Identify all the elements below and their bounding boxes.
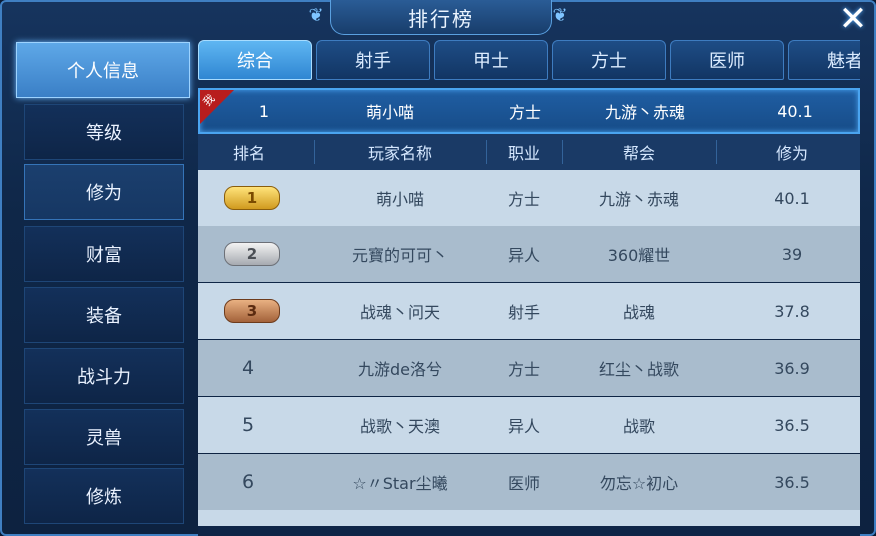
player-score: 37.8 bbox=[774, 301, 810, 321]
sidebar-item-cultivation[interactable]: 修为 bbox=[24, 164, 184, 220]
sidebar-item-label: 装备 bbox=[86, 306, 122, 327]
player-score: 36.9 bbox=[774, 358, 810, 378]
my-player-score: 40.1 bbox=[777, 101, 813, 121]
rank-cell: 1 bbox=[218, 170, 286, 226]
sidebar-item-label: 财富 bbox=[86, 245, 122, 266]
leaderboard-table: 1 萌小喵 方士 九游丶赤魂 40.1 2 元寶的可可丶 异人 360耀世 39… bbox=[198, 170, 860, 526]
player-name: ☆〃Star尘曦 bbox=[352, 474, 448, 493]
player-guild: 勿忘☆初心 bbox=[599, 474, 679, 493]
table-row[interactable]: 1 萌小喵 方士 九游丶赤魂 40.1 bbox=[198, 170, 860, 226]
tab-charmer[interactable]: 魅者 bbox=[788, 40, 860, 80]
silver-medal-icon: 2 bbox=[224, 242, 280, 266]
player-guild: 360耀世 bbox=[607, 246, 671, 265]
title-ornament-right-icon: ❦ bbox=[552, 5, 568, 26]
sidebar: 个人信息 等级 修为 财富 装备 战斗力 灵兽 修炼 bbox=[16, 42, 192, 532]
sidebar-item-equipment[interactable]: 装备 bbox=[24, 287, 184, 343]
sidebar-item-spirit-beast[interactable]: 灵兽 bbox=[24, 409, 184, 465]
my-rank-number: 1 bbox=[258, 101, 270, 121]
rank-cell: 3 bbox=[218, 283, 286, 339]
table-row[interactable]: 5 战歌丶天澳 异人 战歌 36.5 bbox=[198, 397, 860, 453]
tab-archer[interactable]: 射手 bbox=[316, 40, 430, 80]
player-class: 异人 bbox=[507, 417, 540, 436]
tab-label: 甲士 bbox=[473, 51, 509, 72]
player-score: 36.5 bbox=[774, 472, 810, 492]
my-player-class: 方士 bbox=[508, 103, 541, 122]
sidebar-item-label: 修为 bbox=[86, 183, 122, 204]
my-rank-row: 我 1 萌小喵 方士 九游丶赤魂 40.1 bbox=[198, 88, 860, 134]
sidebar-item-personal-info[interactable]: 个人信息 bbox=[16, 42, 190, 98]
table-row[interactable]: 2 元寶的可可丶 异人 360耀世 39 bbox=[198, 226, 860, 282]
rank-number: 5 bbox=[241, 414, 255, 436]
player-name: 战魂丶问天 bbox=[359, 303, 440, 322]
bronze-medal-icon: 3 bbox=[224, 299, 280, 323]
player-guild: 红尘丶战歌 bbox=[598, 360, 679, 379]
sidebar-item-label: 等级 bbox=[86, 123, 122, 144]
close-icon[interactable]: ✕ bbox=[836, 2, 870, 36]
column-header-player-name: 玩家名称 bbox=[367, 144, 432, 163]
table-row[interactable]: 4 九游de洛兮 方士 红尘丶战歌 36.9 bbox=[198, 340, 860, 396]
gold-medal-icon: 1 bbox=[224, 186, 280, 210]
player-name: 元寶的可可丶 bbox=[351, 246, 448, 265]
player-name: 九游de洛兮 bbox=[357, 360, 442, 379]
tab-healer[interactable]: 医师 bbox=[670, 40, 784, 80]
player-guild: 战魂 bbox=[622, 303, 655, 322]
window-title: 排行榜 bbox=[330, 0, 552, 35]
player-name: 战歌丶天澳 bbox=[359, 417, 440, 436]
column-header-guild: 帮会 bbox=[622, 144, 655, 163]
rank-number: 4 bbox=[241, 357, 255, 379]
sidebar-item-combat-power[interactable]: 战斗力 bbox=[24, 348, 184, 404]
tab-warrior[interactable]: 甲士 bbox=[434, 40, 548, 80]
table-header: 排名 玩家名称 职业 帮会 修为 bbox=[198, 134, 860, 170]
my-player-name: 萌小喵 bbox=[365, 103, 414, 122]
table-row-partial bbox=[198, 510, 860, 526]
sidebar-item-label: 灵兽 bbox=[86, 428, 122, 449]
player-class: 方士 bbox=[507, 360, 540, 379]
player-score: 36.5 bbox=[774, 415, 810, 435]
tab-label: 医师 bbox=[709, 51, 745, 72]
tab-label: 方士 bbox=[591, 51, 627, 72]
sidebar-item-level[interactable]: 等级 bbox=[24, 104, 184, 160]
sidebar-item-wealth[interactable]: 财富 bbox=[24, 226, 184, 282]
my-player-guild: 九游丶赤魂 bbox=[604, 103, 685, 122]
column-header-score: 修为 bbox=[775, 144, 808, 163]
sidebar-item-label: 修炼 bbox=[86, 487, 122, 508]
player-guild: 九游丶赤魂 bbox=[598, 190, 679, 209]
player-class: 射手 bbox=[507, 303, 540, 322]
sidebar-item-training[interactable]: 修炼 bbox=[24, 468, 184, 524]
sidebar-item-label: 战斗力 bbox=[77, 367, 131, 388]
player-score: 39 bbox=[781, 244, 803, 264]
tab-label: 射手 bbox=[355, 51, 391, 72]
player-name: 萌小喵 bbox=[375, 190, 424, 209]
column-header-rank: 排名 bbox=[232, 144, 265, 163]
rank-cell: 2 bbox=[218, 226, 286, 282]
rank-number: 6 bbox=[241, 471, 255, 493]
player-class: 方士 bbox=[507, 190, 540, 209]
table-footer-strip bbox=[198, 526, 860, 536]
table-row[interactable]: 3 战魂丶问天 射手 战魂 37.8 bbox=[198, 283, 860, 339]
player-score: 40.1 bbox=[774, 188, 810, 208]
table-row[interactable]: 6 ☆〃Star尘曦 医师 勿忘☆初心 36.5 bbox=[198, 454, 860, 510]
class-tabs: 综合 射手 甲士 方士 医师 魅者 bbox=[198, 40, 860, 82]
tab-label: 魅者 bbox=[827, 51, 860, 72]
player-guild: 战歌 bbox=[622, 417, 655, 436]
tab-overall[interactable]: 综合 bbox=[198, 40, 312, 80]
player-class: 异人 bbox=[507, 246, 540, 265]
tab-label: 综合 bbox=[237, 51, 273, 72]
tab-mage[interactable]: 方士 bbox=[552, 40, 666, 80]
column-header-class: 职业 bbox=[507, 144, 540, 163]
player-class: 医师 bbox=[507, 474, 540, 493]
sidebar-item-label: 个人信息 bbox=[67, 61, 139, 82]
window-title-text: 排行榜 bbox=[408, 6, 474, 31]
